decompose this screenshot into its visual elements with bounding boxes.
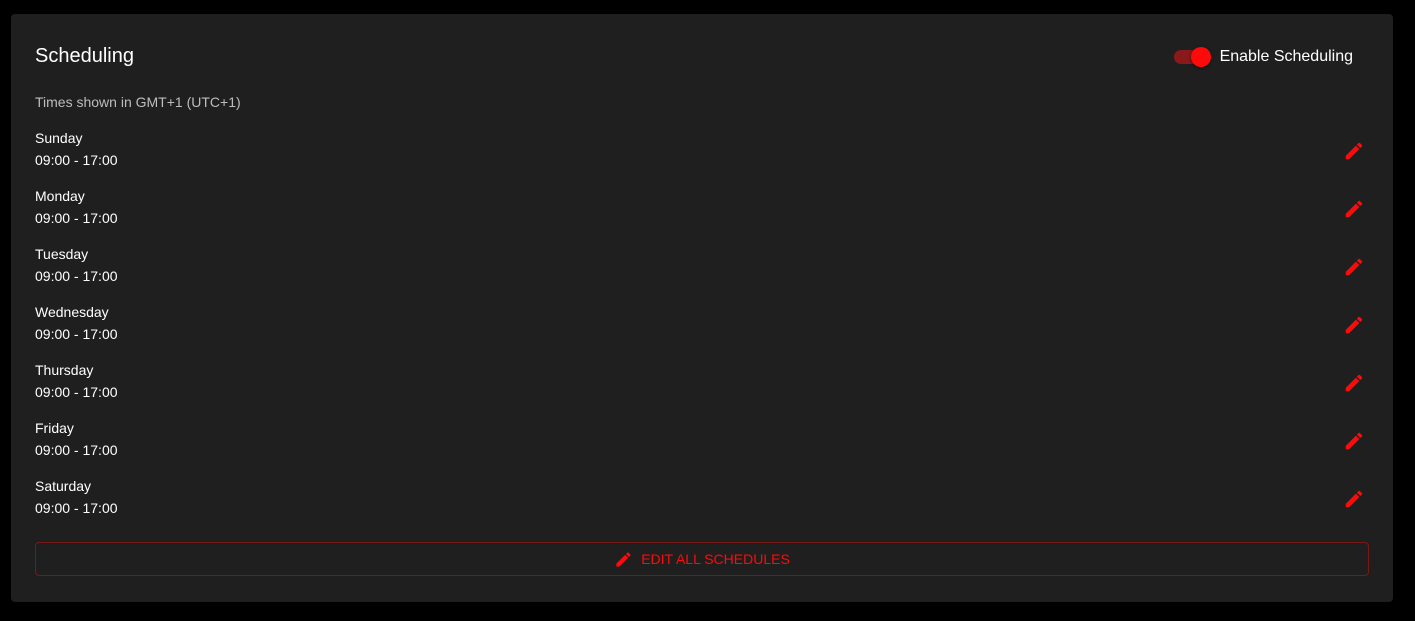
pencil-icon [1345, 200, 1363, 218]
day-row-saturday: Saturday 09:00 - 17:00 [35, 476, 1369, 534]
pencil-icon [1345, 490, 1363, 508]
day-name: Tuesday [35, 246, 89, 262]
pencil-icon [1345, 258, 1363, 276]
day-schedule-list: Sunday 09:00 - 17:00 Monday 09:00 - 17:0… [35, 128, 1369, 534]
day-row-tuesday: Tuesday 09:00 - 17:00 [35, 244, 1369, 302]
day-time: 09:00 - 17:00 [35, 326, 118, 342]
day-time: 09:00 - 17:00 [35, 442, 118, 458]
pencil-icon [1345, 432, 1363, 450]
scheduling-card: Scheduling Enable Scheduling Times shown… [11, 14, 1393, 602]
card-header: Scheduling Enable Scheduling [35, 42, 1369, 72]
toggle-label: Enable Scheduling [1219, 48, 1353, 65]
day-row-thursday: Thursday 09:00 - 17:00 [35, 360, 1369, 418]
day-name: Monday [35, 188, 85, 204]
enable-scheduling-toggle[interactable]: Enable Scheduling [1173, 44, 1353, 70]
edit-wednesday-button[interactable] [1339, 310, 1369, 340]
toggle-switch[interactable] [1173, 47, 1212, 67]
day-row-friday: Friday 09:00 - 17:00 [35, 418, 1369, 476]
day-row-sunday: Sunday 09:00 - 17:00 [35, 128, 1369, 186]
edit-tuesday-button[interactable] [1339, 252, 1369, 282]
day-name: Wednesday [35, 304, 109, 320]
edit-thursday-button[interactable] [1339, 368, 1369, 398]
day-time: 09:00 - 17:00 [35, 384, 118, 400]
toggle-thumb [1190, 47, 1211, 67]
pencil-icon [1345, 142, 1363, 160]
edit-monday-button[interactable] [1339, 194, 1369, 224]
day-time: 09:00 - 17:00 [35, 152, 118, 168]
day-name: Friday [35, 420, 74, 436]
day-row-monday: Monday 09:00 - 17:00 [35, 186, 1369, 244]
day-time: 09:00 - 17:00 [35, 268, 118, 284]
pencil-icon [1345, 316, 1363, 334]
pencil-icon [1345, 374, 1363, 392]
edit-sunday-button[interactable] [1339, 136, 1369, 166]
edit-saturday-button[interactable] [1339, 484, 1369, 514]
card-title: Scheduling [35, 45, 134, 67]
day-name: Saturday [35, 478, 92, 494]
day-row-wednesday: Wednesday 09:00 - 17:00 [35, 302, 1369, 360]
edit-all-schedules-button[interactable]: EDIT ALL SCHEDULES [35, 542, 1369, 576]
day-time: 09:00 - 17:00 [35, 500, 118, 516]
edit-friday-button[interactable] [1339, 426, 1369, 456]
pencil-icon [616, 551, 631, 567]
day-name: Sunday [35, 130, 83, 146]
edit-all-schedules-label: EDIT ALL SCHEDULES [641, 551, 790, 567]
timezone-note: Times shown in GMT+1 (UTC+1) [35, 94, 241, 110]
day-name: Thursday [35, 362, 94, 378]
day-time: 09:00 - 17:00 [35, 210, 118, 226]
